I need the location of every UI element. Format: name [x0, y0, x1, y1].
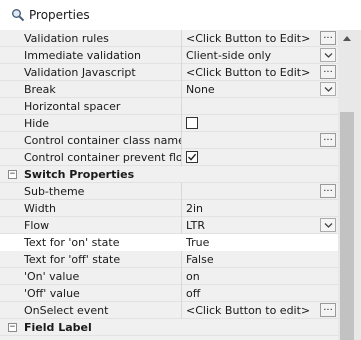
- property-name: Hide: [0, 115, 182, 132]
- property-name: 'On' value: [0, 268, 182, 285]
- property-name: 'Off' value: [0, 285, 182, 302]
- property-value[interactable]: None: [182, 81, 338, 98]
- property-value[interactable]: off: [182, 285, 338, 302]
- scroll-up-arrow-icon[interactable]: [338, 30, 356, 47]
- property-row-hide[interactable]: Hide: [0, 115, 338, 132]
- ellipsis-button[interactable]: ...: [320, 133, 336, 147]
- property-value[interactable]: [182, 183, 338, 200]
- property-value[interactable]: [182, 132, 338, 149]
- property-row-onselect-event[interactable]: OnSelect event <Click Button to edit>...: [0, 302, 338, 319]
- property-name: Text for 'on' state: [0, 234, 182, 251]
- property-name: Break: [0, 81, 182, 98]
- scrollbar-thumb[interactable]: [340, 112, 354, 340]
- property-row-break[interactable]: Break None: [0, 81, 338, 98]
- ellipsis-button[interactable]: ...: [320, 31, 336, 45]
- ellipsis-button[interactable]: ...: [320, 303, 336, 317]
- property-value[interactable]: [182, 98, 338, 115]
- property-row-horizontal-spacer[interactable]: Horizontal spacer: [0, 98, 338, 115]
- property-name: Horizontal spacer: [0, 98, 182, 115]
- section-header-field-label[interactable]: − Field Label: [0, 319, 338, 336]
- checkmark-icon: [187, 153, 197, 161]
- checkbox-unchecked[interactable]: [186, 117, 198, 129]
- section-header-switch-properties[interactable]: − Switch Properties: [0, 166, 338, 183]
- property-value[interactable]: <Click Button to edit>: [182, 302, 338, 319]
- property-value[interactable]: <Click Button to Edit>: [182, 30, 338, 47]
- dropdown-button[interactable]: [320, 48, 336, 62]
- property-value[interactable]: <Click Button to Edit>: [182, 64, 338, 81]
- magnifier-icon: [12, 9, 25, 22]
- property-name: Validation rules: [0, 30, 182, 47]
- dropdown-button[interactable]: [320, 218, 336, 232]
- property-name: Sub-theme: [0, 183, 182, 200]
- property-row-off-value[interactable]: 'Off' value off: [0, 285, 338, 302]
- property-row-on-value[interactable]: 'On' value on: [0, 268, 338, 285]
- property-name: Immediate validation: [0, 47, 182, 64]
- property-row-flow[interactable]: Flow LTR: [0, 217, 338, 234]
- property-name: Control container class name: [0, 132, 182, 149]
- property-row-control-container-class-name[interactable]: Control container class name...: [0, 132, 338, 149]
- property-value[interactable]: on: [182, 268, 338, 285]
- property-name: Control container prevent float: [0, 149, 182, 166]
- section-title: Switch Properties: [24, 168, 135, 181]
- property-row-text-for-on-state[interactable]: Text for 'on' state True: [0, 234, 338, 251]
- property-name: OnSelect event: [0, 302, 182, 319]
- property-name: Width: [0, 200, 182, 217]
- chevron-down-icon: [324, 223, 333, 228]
- property-value[interactable]: False: [182, 251, 338, 268]
- property-value[interactable]: Client-side only: [182, 47, 338, 64]
- dropdown-button[interactable]: [320, 82, 336, 96]
- property-grid: Validation rules <Click Button to Edit>..…: [0, 30, 361, 340]
- property-row-validation-javascript[interactable]: Validation Javascript <Click Button to Ed…: [0, 64, 338, 81]
- property-row-sub-theme[interactable]: Sub-theme...: [0, 183, 338, 200]
- property-row-validation-rules[interactable]: Validation rules <Click Button to Edit>..…: [0, 30, 338, 47]
- property-value[interactable]: LTR: [182, 217, 338, 234]
- chevron-down-icon: [324, 53, 333, 58]
- ellipsis-button[interactable]: ...: [320, 65, 336, 79]
- checkbox-checked[interactable]: [186, 151, 198, 163]
- property-row-text-for-off-state[interactable]: Text for 'off' state False: [0, 251, 338, 268]
- property-row-immediate-validation[interactable]: Immediate validation Client-side only: [0, 47, 338, 64]
- window-title: Properties: [29, 8, 90, 22]
- property-row-control-container-prevent-float[interactable]: Control container prevent float: [0, 149, 338, 166]
- ellipsis-button[interactable]: ...: [320, 184, 336, 198]
- property-name: Text for 'off' state: [0, 251, 182, 268]
- section-title: Field Label: [24, 321, 92, 334]
- property-name: Flow: [0, 217, 182, 234]
- property-value[interactable]: True: [182, 234, 338, 251]
- title-bar: Properties: [0, 0, 361, 30]
- property-row-width[interactable]: Width 2in: [0, 200, 338, 217]
- property-value[interactable]: 2in: [182, 200, 338, 217]
- property-name: Validation Javascript: [0, 64, 182, 81]
- chevron-down-icon: [324, 87, 333, 92]
